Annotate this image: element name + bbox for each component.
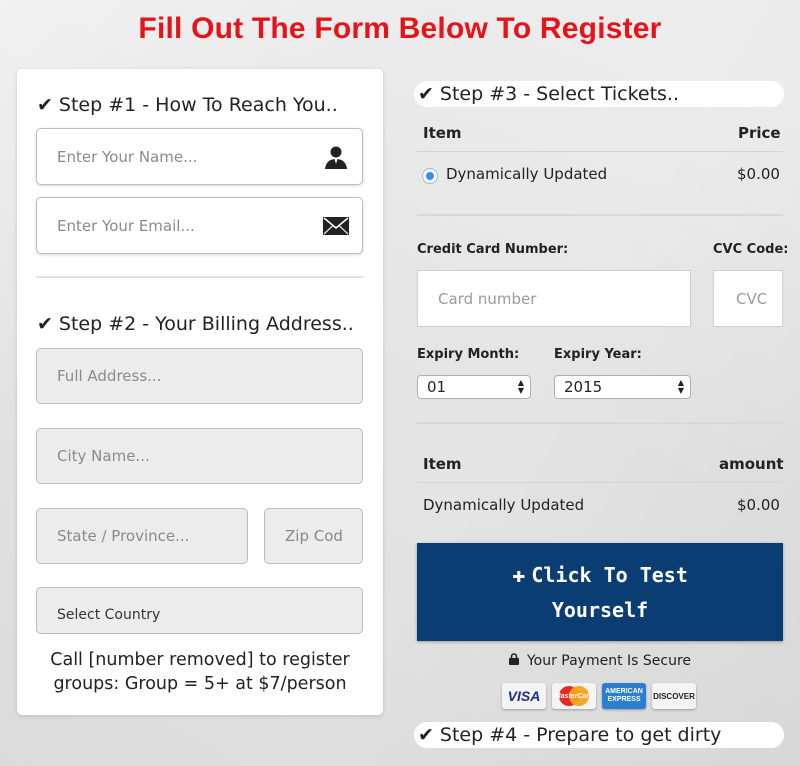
secure-text: Your Payment Is Secure xyxy=(526,653,692,669)
cvc-label: CVC Code: xyxy=(713,242,789,257)
step2-heading: ✔ Step #2 - Your Billing Address.. xyxy=(37,313,354,335)
tickets-col-item: Item xyxy=(423,124,462,142)
zip-placeholder: Zip Cod xyxy=(285,527,343,545)
cvc-placeholder: CVC xyxy=(736,289,768,308)
visa-logo-icon: VISA xyxy=(502,683,546,709)
expiry-month-label: Expiry Month: xyxy=(417,347,520,362)
cta-line1-text: Click To Test xyxy=(531,562,688,587)
user-icon xyxy=(322,143,350,171)
step1-heading: ✔ Step #1 - How To Reach You.. xyxy=(37,94,338,116)
cta-line1: ✚ Click To Test xyxy=(512,558,688,593)
step3-heading-text: Step #3 - Select Tickets.. xyxy=(439,83,680,105)
amex-logo-text: AMERICAN EXPRESS xyxy=(605,688,643,703)
state-field[interactable]: State / Province... xyxy=(36,508,248,564)
ticket-price: $0.00 xyxy=(737,165,780,183)
cvc-input[interactable]: CVC xyxy=(713,270,783,327)
select-arrows-icon: ▲ ▼ xyxy=(677,378,684,395)
email-field[interactable]: Enter Your Email... xyxy=(36,197,363,254)
checkmark-icon: ✔ xyxy=(418,83,434,105)
expiry-year-label: Expiry Year: xyxy=(554,347,642,362)
test-yourself-button[interactable]: ✚ Click To Test Yourself xyxy=(417,543,783,641)
mastercard-logo-text: MasterCard xyxy=(554,692,594,700)
summary-col-item: Item xyxy=(423,455,462,473)
section-divider xyxy=(36,276,363,278)
discover-logo-icon: DISCOVER xyxy=(652,683,696,709)
section-divider xyxy=(417,422,783,424)
step2-heading-text: Step #2 - Your Billing Address.. xyxy=(58,313,354,335)
city-field[interactable]: City Name... xyxy=(36,428,363,484)
step4-heading-text: Step #4 - Prepare to get dirty xyxy=(439,724,722,746)
visa-logo-text: VISA xyxy=(507,688,541,704)
address-placeholder: Full Address... xyxy=(57,367,162,385)
country-selected-value: Select Country xyxy=(57,607,161,623)
step4-heading: ✔ Step #4 - Prepare to get dirty xyxy=(414,722,784,748)
call-text-line2: groups: Group = 5+ at $7/person xyxy=(53,674,347,694)
country-select[interactable]: Select Country xyxy=(36,587,363,634)
radio-selected-dot xyxy=(426,172,434,180)
secure-payment-note: Your Payment Is Secure xyxy=(417,653,783,669)
page-title: Fill Out The Form Below To Register xyxy=(138,12,662,45)
checkmark-icon: ✔ xyxy=(418,724,434,746)
address-field[interactable]: Full Address... xyxy=(36,348,363,404)
ticket-radio[interactable] xyxy=(422,168,438,184)
table-divider xyxy=(417,151,783,152)
expiry-month-value: 01 xyxy=(427,378,447,396)
checkmark-icon: ✔ xyxy=(37,313,53,335)
summary-col-amount: amount xyxy=(719,455,784,473)
city-placeholder: City Name... xyxy=(57,447,150,465)
plus-icon: ✚ xyxy=(512,562,526,588)
expiry-year-select[interactable]: 2015 ▲ ▼ xyxy=(554,375,691,399)
summary-row-name: Dynamically Updated xyxy=(423,496,585,514)
group-call-info: Call [number removed] to register groups… xyxy=(17,648,383,696)
table-divider xyxy=(417,482,783,483)
name-field[interactable]: Enter Your Name... xyxy=(36,128,363,185)
zip-field[interactable]: Zip Cod xyxy=(264,508,363,564)
cta-line2: Yourself xyxy=(551,597,649,622)
call-text-line1: Call [number removed] to register xyxy=(50,650,350,670)
checkmark-icon: ✔ xyxy=(37,94,53,116)
step3-heading: ✔ Step #3 - Select Tickets.. xyxy=(414,81,784,107)
email-placeholder: Enter Your Email... xyxy=(57,216,195,235)
discover-logo-text: DISCOVER xyxy=(653,691,695,701)
expiry-year-value: 2015 xyxy=(564,378,603,396)
lock-icon xyxy=(508,653,519,669)
amex-logo-icon: AMERICAN EXPRESS xyxy=(602,683,646,709)
state-placeholder: State / Province... xyxy=(57,527,190,545)
mastercard-logo-icon: MasterCard xyxy=(552,683,596,709)
cc-label: Credit Card Number: xyxy=(417,242,569,257)
summary-row-amount: $0.00 xyxy=(737,496,780,514)
select-arrows-icon: ▲ ▼ xyxy=(517,378,524,395)
card-number-input[interactable]: Card number xyxy=(417,270,691,327)
section-divider xyxy=(417,214,783,216)
tickets-col-price: Price xyxy=(738,124,781,142)
name-placeholder: Enter Your Name... xyxy=(57,147,198,166)
envelope-icon xyxy=(322,212,350,240)
card-number-placeholder: Card number xyxy=(438,289,537,308)
ticket-name: Dynamically Updated xyxy=(446,165,608,183)
expiry-month-select[interactable]: 01 ▲ ▼ xyxy=(417,375,531,399)
step1-heading-text: Step #1 - How To Reach You.. xyxy=(58,94,338,116)
